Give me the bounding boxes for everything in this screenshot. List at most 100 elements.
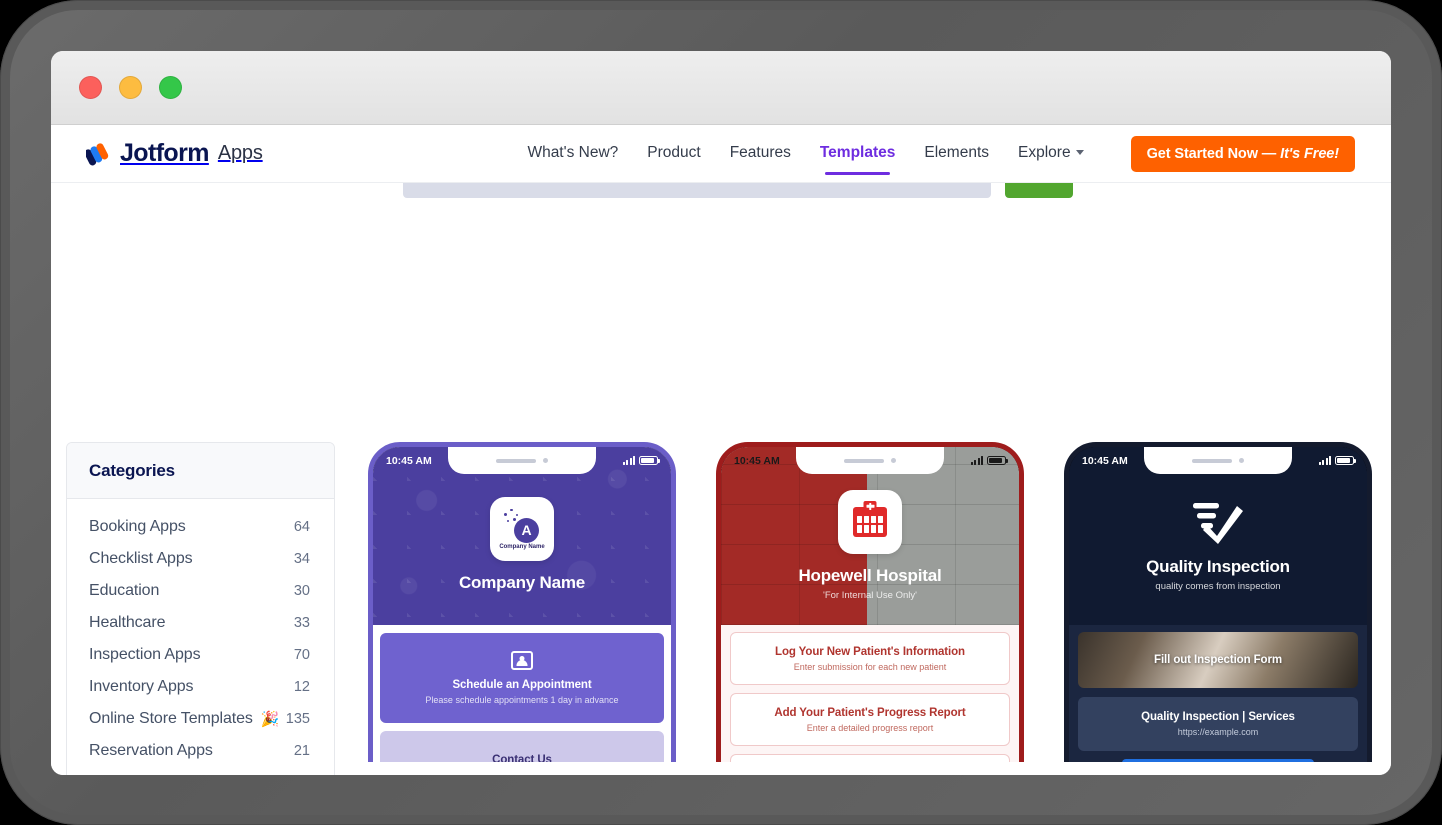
- hospital-icon: [853, 507, 887, 537]
- app-body: Schedule an Appointment Please schedule …: [373, 625, 671, 762]
- company-logo-icon: A: [502, 509, 542, 543]
- nav-item-elements[interactable]: Elements: [924, 144, 989, 164]
- phone-notch: [796, 447, 944, 474]
- brand-name: Jotform: [120, 139, 209, 168]
- minimize-window-button[interactable]: [119, 76, 142, 99]
- app-tile-log-patient-information[interactable]: Log Your New Patient's Information Enter…: [730, 632, 1010, 685]
- nav-label: Product: [647, 144, 700, 161]
- app-icon-letter: A: [514, 518, 539, 543]
- camera-icon: [1239, 458, 1244, 463]
- tile-title: Quality Inspection | Services: [1141, 711, 1295, 723]
- sidebar-item-booking-apps[interactable]: Booking Apps 64: [67, 511, 334, 543]
- category-count: 34: [294, 551, 310, 567]
- contact-card-icon: [511, 651, 533, 670]
- maximize-window-button[interactable]: [159, 76, 182, 99]
- jotform-logo-icon: [86, 141, 111, 166]
- categories-list: Booking Apps 64 Checklist Apps 34 Educat…: [67, 499, 334, 775]
- speaker-icon: [1192, 459, 1232, 463]
- app-body: Log Your New Patient's Information Enter…: [721, 625, 1019, 762]
- brand-logo-link[interactable]: Jotform Apps: [86, 139, 263, 168]
- templates-grid: 10:45 AM: [368, 442, 1372, 775]
- status-time: 10:45 AM: [1082, 455, 1128, 467]
- close-window-button[interactable]: [79, 76, 102, 99]
- phone-notch: [1144, 447, 1292, 474]
- main-navigation: What's New? Product Features Templates E…: [527, 136, 1355, 172]
- sidebar-item-healthcare[interactable]: Healthcare 33: [67, 607, 334, 639]
- nav-label: Features: [730, 144, 791, 161]
- app-tile-partial[interactable]: [1122, 759, 1314, 762]
- search-input[interactable]: [403, 183, 991, 198]
- phone-screen: 10:45 AM: [373, 447, 671, 762]
- phone-notch: [448, 447, 596, 474]
- category-count: 21: [294, 743, 310, 759]
- category-count: 33: [294, 615, 310, 631]
- medical-cross-icon: [864, 501, 877, 512]
- app-tile-fill-out-inspection-form[interactable]: Fill out Inspection Form: [1078, 632, 1358, 688]
- nav-item-product[interactable]: Product: [647, 144, 700, 164]
- template-preview-mobile-inspection-app: 10:45 AM: [1064, 442, 1372, 762]
- speaker-icon: [844, 459, 884, 463]
- app-hero-subtitle: 'For Internal Use Only': [823, 590, 917, 601]
- party-popper-icon: 🎉: [261, 710, 280, 728]
- status-icons: [1319, 456, 1355, 466]
- tile-subtitle: https://example.com: [1178, 727, 1259, 737]
- phone-screen: 10:45 AM: [721, 447, 1019, 762]
- sidebar-item-online-store-templates[interactable]: Online Store Templates 🎉 135: [67, 703, 334, 735]
- chevron-down-icon: [1076, 150, 1084, 155]
- nav-item-templates[interactable]: Templates: [820, 144, 896, 164]
- search-submit-button[interactable]: [1005, 183, 1073, 198]
- cta-label: Get Started Now —: [1147, 146, 1281, 162]
- tile-title: Schedule an Appointment: [452, 679, 591, 691]
- window-titlebar: [51, 51, 1391, 125]
- category-count: 12: [294, 679, 310, 695]
- nav-item-whats-new[interactable]: What's New?: [527, 144, 618, 164]
- app-tile-partial[interactable]: [730, 754, 1010, 762]
- app-tile-add-progress-report[interactable]: Add Your Patient's Progress Report Enter…: [730, 693, 1010, 746]
- nav-label: Elements: [924, 144, 989, 161]
- sidebar-item-inventory-apps[interactable]: Inventory Apps 12: [67, 671, 334, 703]
- category-label: Education: [89, 582, 159, 600]
- status-icons: [623, 456, 659, 466]
- page-body: Categories Booking Apps 64 Checklist App…: [51, 183, 1391, 775]
- status-time: 10:45 AM: [386, 455, 432, 467]
- categories-header: Categories: [67, 443, 334, 499]
- template-card-scheduling-app[interactable]: 10:45 AM: [368, 442, 676, 775]
- category-count: 135: [286, 711, 310, 727]
- signal-icon: [971, 456, 984, 465]
- sidebar-item-salon[interactable]: Salon 18: [67, 767, 334, 775]
- categories-title: Categories: [89, 461, 312, 481]
- category-label: Checklist Apps: [89, 550, 193, 568]
- signal-icon: [1319, 456, 1332, 465]
- app-hero-title: Company Name: [459, 573, 585, 593]
- sidebar-item-inspection-apps[interactable]: Inspection Apps 70: [67, 639, 334, 671]
- app-hero-title: Quality Inspection: [1146, 557, 1290, 577]
- app-hero-title: Hopewell Hospital: [798, 566, 941, 586]
- category-label: Booking Apps: [89, 518, 186, 536]
- tile-title: Fill out Inspection Form: [1154, 654, 1282, 666]
- nav-label: What's New?: [527, 144, 618, 161]
- app-tile-schedule-appointment[interactable]: Schedule an Appointment Please schedule …: [380, 633, 664, 723]
- category-label: Inventory Apps: [89, 678, 193, 696]
- sidebar-item-education[interactable]: Education 30: [67, 575, 334, 607]
- template-card-patient-management-app[interactable]: 10:45 AM: [716, 442, 1024, 775]
- app-tile-quality-inspection-services[interactable]: Quality Inspection | Services https://ex…: [1078, 697, 1358, 751]
- template-card-mobile-inspection-app[interactable]: 10:45 AM: [1064, 442, 1372, 775]
- sidebar-item-reservation-apps[interactable]: Reservation Apps 21: [67, 735, 334, 767]
- nav-item-explore[interactable]: Explore: [1018, 144, 1084, 164]
- content-row: Categories Booking Apps 64 Checklist App…: [51, 442, 1391, 775]
- categories-sidebar: Categories Booking Apps 64 Checklist App…: [66, 442, 335, 775]
- tile-title: Log Your New Patient's Information: [775, 646, 965, 658]
- status-time: 10:45 AM: [734, 455, 780, 467]
- app-tile-contact-us[interactable]: Contact Us: [380, 731, 664, 762]
- category-label: Inspection Apps: [89, 646, 200, 664]
- category-label: Online Store Templates: [89, 710, 253, 728]
- category-label: Reservation Apps: [89, 742, 213, 760]
- sidebar-item-checklist-apps[interactable]: Checklist Apps 34: [67, 543, 334, 575]
- get-started-button[interactable]: Get Started Now — It's Free!: [1131, 136, 1355, 172]
- app-hero-subtitle: quality comes from inspection: [1155, 581, 1280, 592]
- template-search-bar: [51, 183, 1391, 212]
- nav-item-features[interactable]: Features: [730, 144, 791, 164]
- camera-icon: [543, 458, 548, 463]
- phone-mockup: 10:45 AM: [716, 442, 1024, 762]
- nav-label: Templates: [820, 144, 896, 161]
